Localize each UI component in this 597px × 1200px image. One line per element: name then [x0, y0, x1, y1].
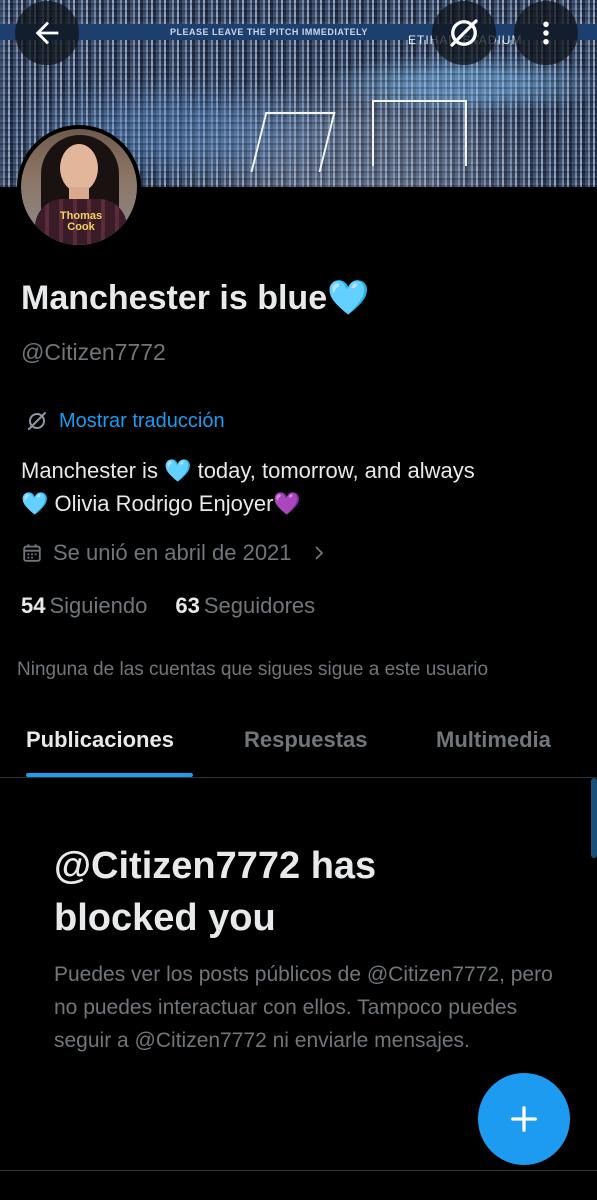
follow-stats: 54 Siguiendo 63 Seguidores	[21, 593, 315, 619]
blocked-description: Puedes ver los posts públicos de @Citize…	[54, 963, 553, 1052]
tab-media[interactable]: Multimedia	[436, 727, 551, 753]
following-label: Siguiendo	[49, 593, 148, 618]
following-link[interactable]: 54 Siguiendo	[21, 593, 147, 619]
avatar[interactable]: Thomas Cook	[17, 125, 141, 249]
mutual-followers-note: Ninguna de las cuentas que sigues sigue …	[17, 659, 489, 680]
joined-date-row[interactable]: Se unió en abril de 2021	[21, 540, 328, 566]
active-tab-indicator	[26, 773, 193, 777]
scrollbar[interactable]	[591, 778, 597, 858]
profile-tabs: Publicaciones Respuestas Multimedia	[0, 710, 597, 778]
translate-button[interactable]	[432, 1, 496, 65]
more-vertical-icon	[543, 21, 549, 45]
banner-goal-left	[250, 112, 336, 172]
user-handle: @Citizen7772	[21, 339, 166, 365]
translate-icon	[450, 19, 478, 47]
calendar-icon	[23, 544, 41, 562]
tab-replies[interactable]: Respuestas	[244, 727, 368, 753]
profile-bio: Manchester is 🩵 today, tomorrow, and alw…	[21, 458, 475, 516]
name-heart-emoji: 🩵	[327, 279, 370, 317]
chevron-right-icon	[315, 546, 323, 560]
following-count: 54	[21, 593, 46, 618]
avatar-image: Thomas Cook	[21, 129, 137, 245]
followers-count: 63	[175, 593, 200, 618]
compose-button[interactable]	[478, 1073, 570, 1165]
back-button[interactable]	[15, 1, 79, 65]
show-translation-label: Mostrar traducción	[59, 409, 225, 432]
avatar-shirt-logo: Thomas Cook	[59, 210, 103, 233]
followers-link[interactable]: 63 Seguidores	[175, 593, 315, 619]
followers-label: Seguidores	[203, 593, 316, 618]
banner-goal-right	[372, 100, 467, 166]
show-translation-link[interactable]: Mostrar traducción	[25, 409, 225, 433]
divider	[0, 1170, 597, 1171]
banner-strip-text: PLEASE LEAVE THE PITCH IMMEDIATELY	[170, 27, 368, 37]
blocked-title: @Citizen7772 has blocked you	[54, 845, 377, 939]
display-name: Manchester is blue🩵	[21, 279, 370, 317]
plus-icon	[511, 1106, 537, 1132]
more-options-button[interactable]	[514, 1, 578, 65]
translate-icon	[28, 412, 46, 430]
arrow-left-icon	[35, 21, 59, 45]
tab-posts[interactable]: Publicaciones	[26, 727, 174, 753]
joined-date-label: Se unió en abril de 2021	[53, 540, 292, 565]
